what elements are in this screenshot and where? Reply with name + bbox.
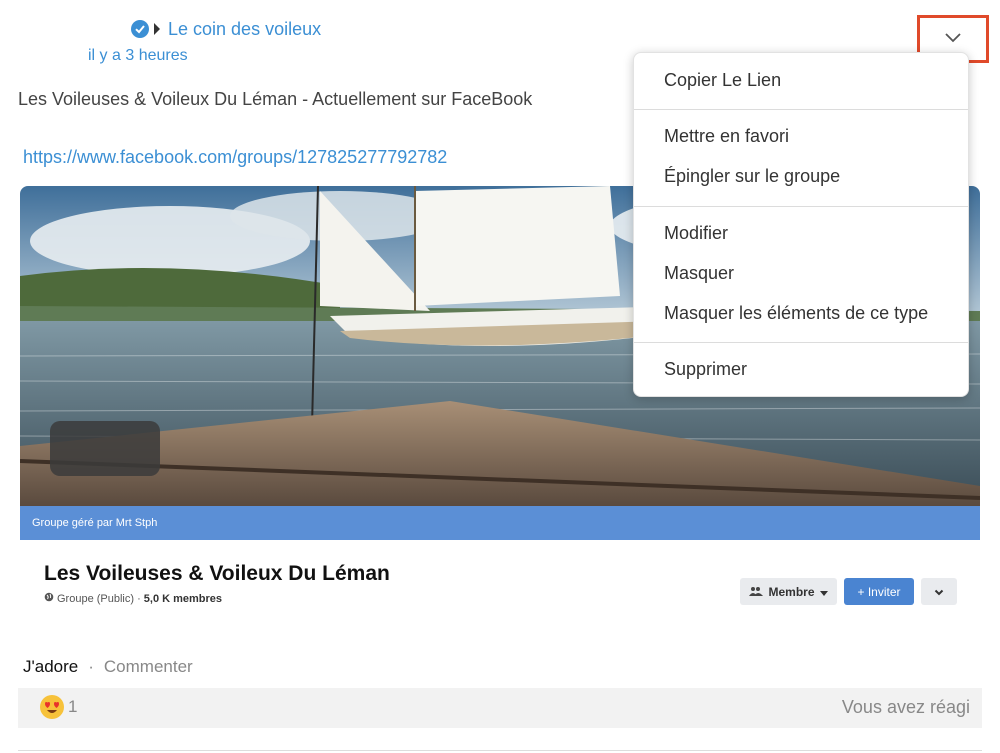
- menu-item-masquer[interactable]: Masquer: [664, 263, 734, 284]
- post-timestamp[interactable]: il y a 3 heures: [88, 47, 188, 65]
- verified-badge-icon: [131, 20, 149, 38]
- reaction-status: Vous avez réagi: [841, 697, 970, 717]
- menu-divider: [634, 109, 968, 110]
- comment-link[interactable]: Commenter: [104, 657, 193, 677]
- menu-item-copier-le-lien[interactable]: Copier Le Lien: [664, 70, 781, 91]
- group-name[interactable]: Les Voileuses & Voileux Du Léman: [44, 562, 390, 586]
- reaction-count: 1: [68, 697, 78, 716]
- menu-divider: [634, 342, 968, 343]
- banner-caption: Groupe géré par Mrt Stph: [20, 506, 980, 540]
- post-url-link[interactable]: https://www.facebook.com/groups/12782527…: [23, 147, 447, 168]
- chevron-down-icon: [934, 585, 944, 599]
- group-more-button[interactable]: [921, 578, 957, 605]
- menu-item-supprimer[interactable]: Supprimer: [664, 359, 747, 380]
- reactions-bar[interactable]: 1 Vous avez réagi: [18, 688, 982, 728]
- chevron-down-icon: [944, 30, 962, 48]
- post-text: Les Voileuses & Voileux Du Léman - Actue…: [18, 89, 533, 109]
- caret-right-icon: [154, 23, 160, 35]
- post-actions: J'adore · Commenter: [23, 657, 193, 677]
- globe-icon: [44, 592, 54, 605]
- membre-button-label: Membre: [768, 584, 815, 599]
- menu-item-modifier[interactable]: Modifier: [664, 223, 728, 244]
- menu-divider: [634, 206, 968, 207]
- heart-eyes-emoji-icon: [40, 695, 64, 719]
- divider: [18, 750, 982, 751]
- menu-item-mettre-en-favori[interactable]: Mettre en favori: [664, 126, 789, 147]
- like-link[interactable]: J'adore: [23, 657, 78, 677]
- group-members-count: 5,0 K membres: [143, 592, 223, 605]
- membre-button[interactable]: Membre: [740, 578, 837, 605]
- menu-item-masquer-type[interactable]: Masquer les éléments de ce type: [664, 303, 928, 324]
- inviter-button[interactable]: + Inviter: [844, 578, 914, 605]
- group-meta: Groupe (Public) · 5,0 K membres: [44, 592, 222, 605]
- post-author-link[interactable]: Le coin des voileux: [168, 19, 321, 40]
- action-separator: ·: [88, 657, 94, 676]
- group-type: Groupe (Public) ·: [57, 592, 141, 605]
- post-options-menu: Copier Le Lien Mettre en favori Épingler…: [633, 52, 969, 397]
- menu-item-epingler[interactable]: Épingler sur le groupe: [664, 166, 840, 187]
- caret-down-icon: [819, 585, 828, 599]
- members-icon: [749, 585, 764, 599]
